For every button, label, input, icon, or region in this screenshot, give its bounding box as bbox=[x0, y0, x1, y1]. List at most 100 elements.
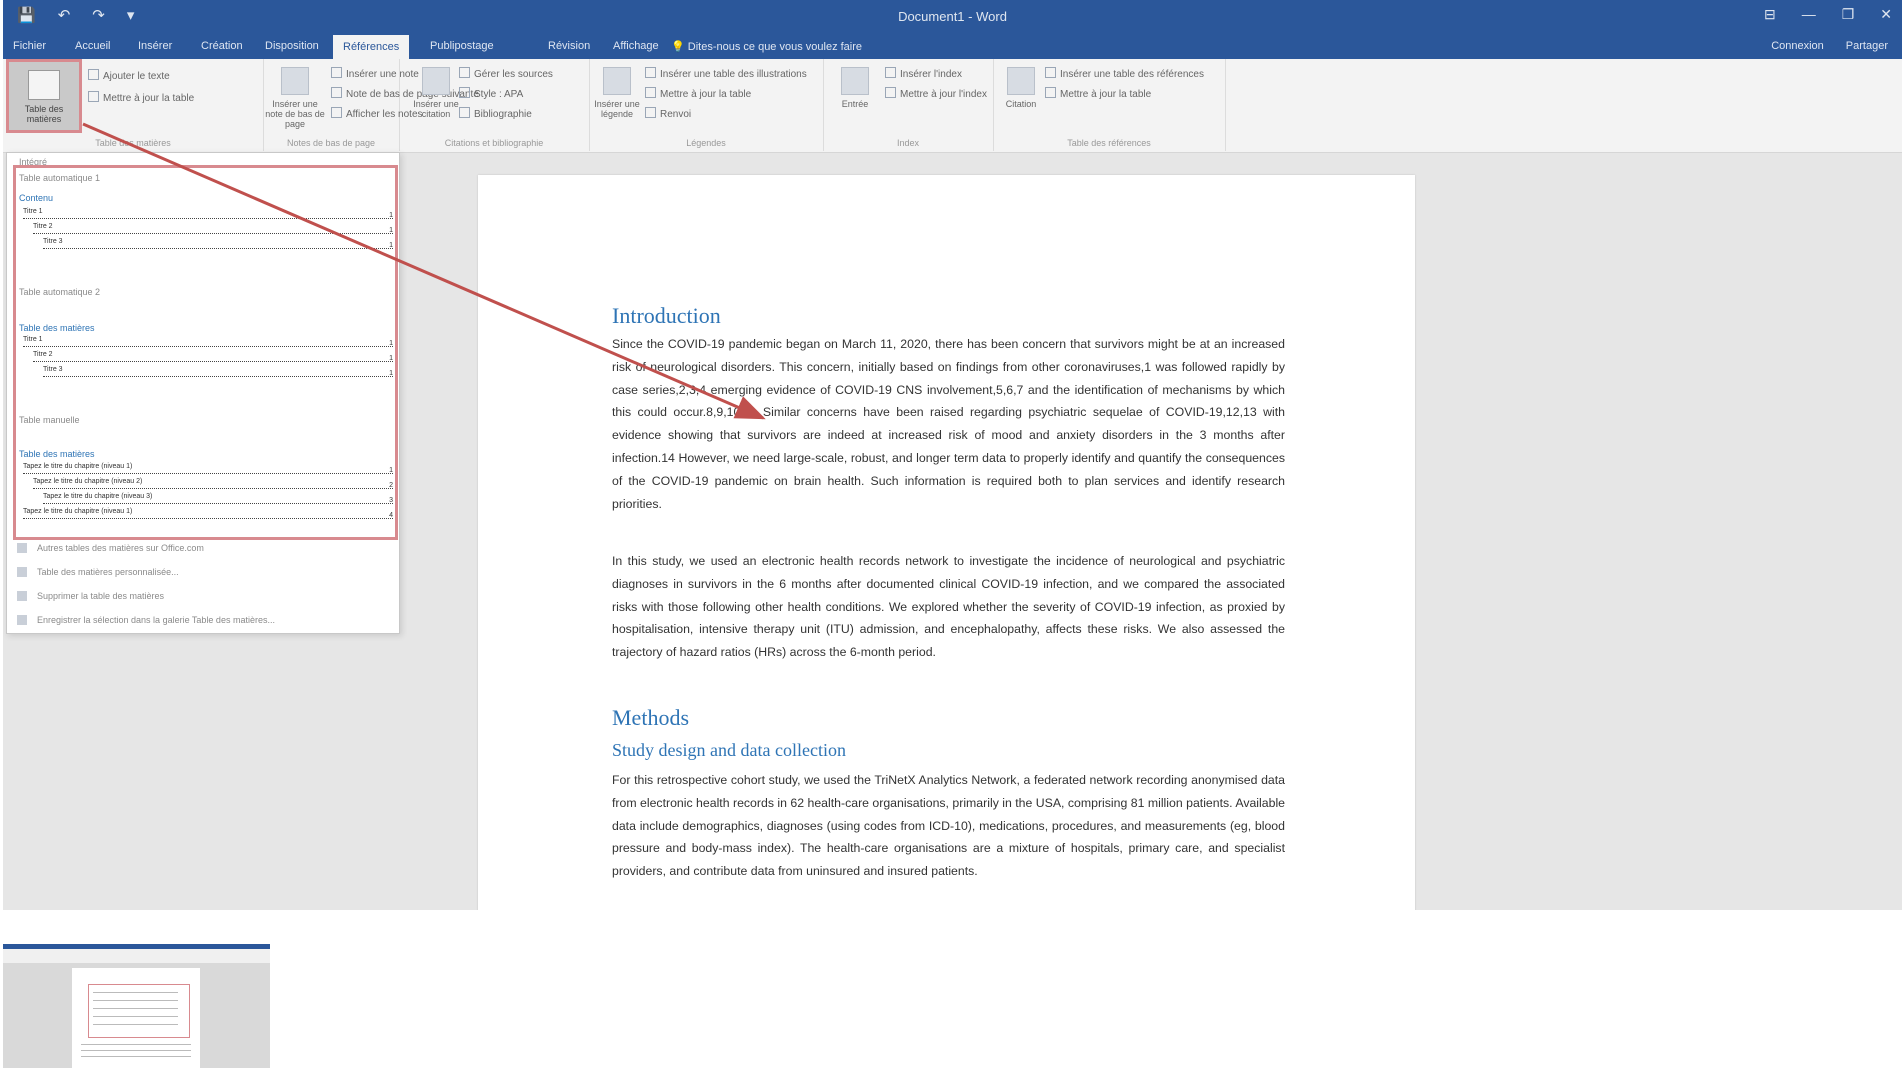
manage-sources-label: Gérer les sources bbox=[474, 69, 553, 80]
window-title: Document1 - Word bbox=[898, 9, 1007, 24]
ribbon-tabs: Fichier Accueil Insérer Création Disposi… bbox=[3, 35, 1902, 59]
table-of-figures-icon bbox=[645, 67, 656, 78]
minimize-button[interactable]: — bbox=[1802, 6, 1816, 23]
citation-icon bbox=[422, 67, 450, 95]
more-tocs-office-com[interactable]: Autres tables des matières sur Office.co… bbox=[17, 543, 204, 563]
citations-group: Insérer une citation Gérer les sources S… bbox=[399, 59, 590, 151]
authorities-group: Citation Insérer une table des référence… bbox=[993, 59, 1226, 151]
insert-table-of-figures-label: Insérer une table des illustrations bbox=[660, 69, 807, 80]
insert-footnote-label: Insérer une note de bas de page bbox=[265, 99, 325, 129]
tab-insert[interactable]: Insérer bbox=[138, 40, 172, 52]
tab-design[interactable]: Création bbox=[201, 40, 243, 52]
add-text-button[interactable]: Ajouter le texte bbox=[88, 69, 170, 82]
insert-citation-label: Insérer une citation bbox=[413, 99, 459, 119]
captions-group: Insérer une légende Insérer une table de… bbox=[589, 59, 824, 151]
thumbnail-line bbox=[93, 992, 178, 993]
toc-group-label: Table des matières bbox=[95, 138, 171, 148]
save-selection-command[interactable]: Enregistrer la sélection dans la galerie… bbox=[17, 615, 275, 635]
tab-review[interactable]: Révision bbox=[548, 40, 590, 52]
tell-me-text: Dites-nous ce que vous voulez faire bbox=[687, 41, 863, 53]
tab-file[interactable]: Fichier bbox=[13, 40, 46, 52]
mark-citation-label: Citation bbox=[1005, 99, 1037, 109]
remove-toc-command[interactable]: Supprimer la table des matières bbox=[17, 591, 164, 611]
footnotes-group: Insérer une note de bas de page Insérer … bbox=[263, 59, 479, 151]
table-of-contents-button[interactable]: Table des matières bbox=[6, 59, 82, 133]
index-group: Entrée Insérer l'index Mettre à jour l'i… bbox=[823, 59, 994, 151]
mark-citation-button[interactable]: Citation bbox=[997, 67, 1045, 109]
restore-button[interactable]: ❐ bbox=[1842, 6, 1855, 23]
redo-icon[interactable]: ↷ bbox=[92, 6, 105, 24]
show-notes-icon bbox=[331, 107, 342, 118]
custom-toc-command[interactable]: Table des matières personnalisée... bbox=[17, 567, 179, 587]
heading-study-design: Study design and data collection bbox=[612, 740, 846, 760]
insert-index-button[interactable]: Insérer l'index bbox=[885, 67, 962, 80]
tab-home[interactable]: Accueil bbox=[75, 40, 110, 52]
save-icon[interactable]: 💾 bbox=[17, 6, 36, 24]
mark-citation-icon bbox=[1007, 67, 1035, 95]
insert-caption-label: Insérer une légende bbox=[594, 99, 640, 119]
ribbon-display-options-icon[interactable]: ⊟ bbox=[1764, 6, 1776, 23]
mark-entry-button[interactable]: Entrée bbox=[831, 67, 879, 109]
thumbnail-line bbox=[93, 1016, 178, 1017]
refresh-icon bbox=[88, 91, 99, 102]
thumbnail-line bbox=[93, 1000, 178, 1001]
add-text-label: Ajouter le texte bbox=[103, 71, 170, 82]
citations-group-label: Citations et bibliographie bbox=[444, 138, 544, 148]
window-controls: ⊟ — ❐ ✕ bbox=[1764, 6, 1892, 23]
tab-mailings[interactable]: Publipostage bbox=[430, 40, 494, 52]
document-page[interactable]: Introduction Since the COVID-19 pandemic… bbox=[478, 175, 1415, 910]
save-selection-label: Enregistrer la sélection dans la galerie… bbox=[37, 615, 275, 625]
office-com-icon bbox=[17, 543, 27, 553]
manage-sources-button[interactable]: Gérer les sources bbox=[459, 67, 553, 80]
custom-toc-label: Table des matières personnalisée... bbox=[37, 567, 179, 577]
thumbnail-preview bbox=[3, 944, 270, 1068]
remove-toc-icon bbox=[17, 591, 27, 601]
update-toc-button[interactable]: Mettre à jour la table bbox=[88, 91, 194, 104]
references-ribbon: Table des matières Ajouter le texte Mett… bbox=[3, 59, 1902, 153]
tab-view[interactable]: Affichage bbox=[613, 40, 659, 52]
captions-group-label: Légendes bbox=[686, 138, 726, 148]
bibliography-button[interactable]: Bibliographie bbox=[459, 107, 532, 120]
update-figures-label: Mettre à jour la table bbox=[660, 89, 752, 100]
mark-entry-icon bbox=[841, 67, 869, 95]
insert-index-icon bbox=[885, 67, 896, 78]
lightbulb-icon: 💡 bbox=[671, 41, 688, 53]
heading-introduction: Introduction bbox=[612, 303, 721, 328]
update-authorities-button[interactable]: Mettre à jour la table bbox=[1045, 87, 1151, 100]
customize-qat-icon[interactable]: ▾ bbox=[127, 6, 135, 24]
thumbnail-ribbon bbox=[3, 949, 270, 963]
update-index-label: Mettre à jour l'index bbox=[900, 89, 987, 100]
custom-toc-icon bbox=[17, 567, 27, 577]
thumbnail-line bbox=[81, 1050, 191, 1051]
tell-me-search[interactable]: 💡 Dites-nous ce que vous voulez faire bbox=[671, 40, 862, 53]
undo-icon[interactable]: ↶ bbox=[58, 6, 71, 24]
update-authorities-icon bbox=[1045, 87, 1056, 98]
insert-table-of-figures-button[interactable]: Insérer une table des illustrations bbox=[645, 67, 807, 80]
update-index-button[interactable]: Mettre à jour l'index bbox=[885, 87, 987, 100]
paragraph-1: Since the COVID-19 pandemic began on Mar… bbox=[612, 337, 1285, 511]
style-select[interactable]: Style : APA bbox=[459, 87, 523, 100]
tab-layout[interactable]: Disposition bbox=[265, 40, 319, 52]
toc-group: Table des matières Ajouter le texte Mett… bbox=[3, 59, 264, 151]
word-window: 💾 ↶ ↷ ▾ Document1 - Word ⊟ — ❐ ✕ Fichier… bbox=[3, 0, 1902, 910]
update-figures-table-button[interactable]: Mettre à jour la table bbox=[645, 87, 751, 100]
insert-caption-button[interactable]: Insérer une légende bbox=[593, 67, 641, 119]
insert-citation-button[interactable]: Insérer une citation bbox=[411, 67, 461, 119]
bibliography-icon bbox=[459, 107, 470, 118]
paragraph-3: For this retrospective cohort study, we … bbox=[612, 773, 1285, 879]
close-button[interactable]: ✕ bbox=[1880, 6, 1892, 23]
more-tocs-label: Autres tables des matières sur Office.co… bbox=[37, 543, 204, 553]
insert-table-of-authorities-label: Insérer une table des références bbox=[1060, 69, 1204, 80]
header-links: Connexion Partager bbox=[1771, 40, 1888, 52]
share-button[interactable]: Partager bbox=[1846, 40, 1888, 52]
tab-references[interactable]: Références bbox=[333, 35, 410, 59]
paragraph-2: In this study, we used an electronic hea… bbox=[612, 554, 1285, 660]
next-footnote-icon bbox=[331, 87, 342, 98]
signin-link[interactable]: Connexion bbox=[1771, 40, 1824, 52]
cross-reference-button[interactable]: Renvoi bbox=[645, 107, 691, 120]
insert-footnote-button[interactable]: Insérer une note de bas de page bbox=[263, 67, 327, 129]
insert-table-of-authorities-button[interactable]: Insérer une table des références bbox=[1045, 67, 1204, 80]
save-selection-icon bbox=[17, 615, 27, 625]
cross-reference-icon bbox=[645, 107, 656, 118]
heading-methods: Methods bbox=[612, 705, 689, 730]
